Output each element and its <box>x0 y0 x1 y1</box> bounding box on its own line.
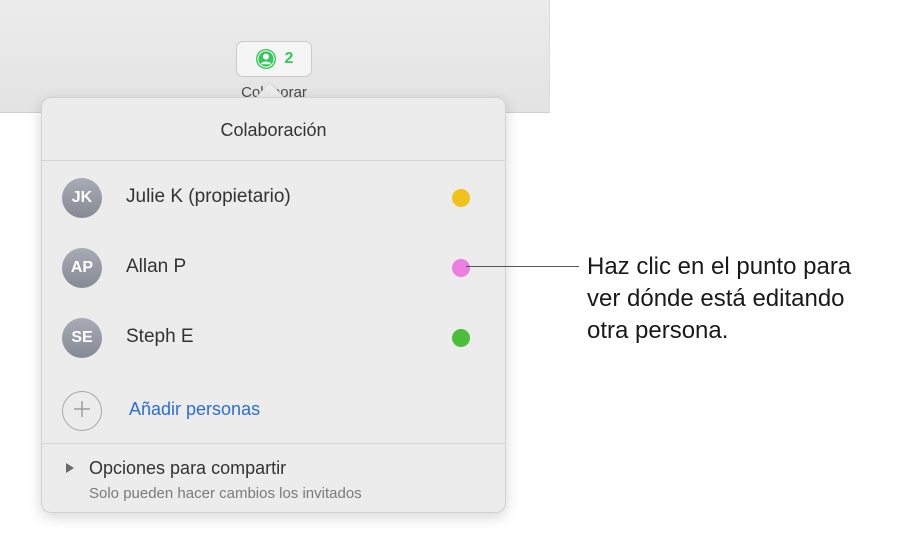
callout-line-2: ver dónde está editando <box>587 285 845 312</box>
screenshot-stage: 2 Colaborar Colaboración JK Julie K (pro… <box>0 0 918 556</box>
participant-color-dot[interactable] <box>452 189 470 207</box>
participant-color-dot[interactable] <box>452 259 470 277</box>
plus-icon <box>72 399 92 424</box>
sharing-options-title[interactable]: Opciones para compartir <box>89 458 286 479</box>
collaborator-count: 2 <box>284 50 294 67</box>
divider <box>42 160 505 161</box>
collaborate-button[interactable]: 2 <box>236 41 312 77</box>
callout-text: Haz clic en el punto para ver dónde está… <box>587 251 917 347</box>
callout-line-1: Haz clic en el punto para <box>587 253 852 280</box>
disclosure-triangle-icon[interactable] <box>66 463 74 473</box>
participant-row[interactable]: AP Allan P <box>42 238 505 298</box>
callout-line-3: otra persona. <box>587 317 729 344</box>
person-icon <box>255 48 277 70</box>
participant-name: Steph E <box>126 326 194 347</box>
avatar: SE <box>62 318 102 358</box>
collaboration-popover: Colaboración JK Julie K (propietario) AP… <box>41 97 506 513</box>
participant-name: Julie K (propietario) <box>126 186 291 207</box>
participant-row[interactable]: SE Steph E <box>42 308 505 368</box>
callout-line <box>466 266 579 267</box>
sharing-options-subtitle: Solo pueden hacer cambios los invitados <box>89 485 362 502</box>
avatar: JK <box>62 178 102 218</box>
add-people-button[interactable] <box>62 391 102 431</box>
add-people-link[interactable]: Añadir personas <box>129 399 260 420</box>
popover-title: Colaboración <box>220 120 327 140</box>
participant-row[interactable]: JK Julie K (propietario) <box>42 168 505 228</box>
divider <box>42 443 505 444</box>
participant-name: Allan P <box>126 256 187 277</box>
avatar: AP <box>62 248 102 288</box>
popover-arrow <box>256 83 284 98</box>
participant-color-dot[interactable] <box>452 329 470 347</box>
